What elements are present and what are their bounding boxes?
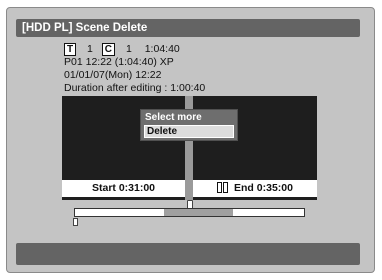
start-position-marker	[73, 218, 78, 226]
title-icon: T	[64, 43, 77, 56]
delete-button[interactable]: Delete	[144, 125, 234, 138]
title-number: 1	[87, 43, 93, 55]
playlist-line: P01 12:22 (1:04:40) XP	[64, 56, 174, 68]
end-label: End 0:35:00	[234, 182, 293, 194]
chapter-icon: C	[101, 43, 116, 56]
pause-icon	[217, 182, 229, 193]
bottom-bar	[16, 243, 360, 265]
start-label: Start 0:31:00	[62, 180, 185, 197]
screen-title: [HDD PL] Scene Delete	[16, 19, 360, 37]
duration-line: Duration after editing : 1:00:40	[64, 82, 206, 94]
select-menu: Select more Delete	[140, 109, 238, 141]
menu-title: Select more	[145, 112, 202, 123]
end-label-row: End 0:35:00	[193, 180, 317, 197]
title-chapter-line: T 1 C 1 1:04:40	[64, 43, 180, 56]
deleted-segment	[164, 209, 233, 216]
total-time: 1:04:40	[144, 43, 180, 55]
date-line: 01/01/07(Mon) 12:22	[64, 69, 162, 81]
chapter-number: 1	[125, 43, 132, 55]
timeline-bar[interactable]	[74, 208, 305, 217]
